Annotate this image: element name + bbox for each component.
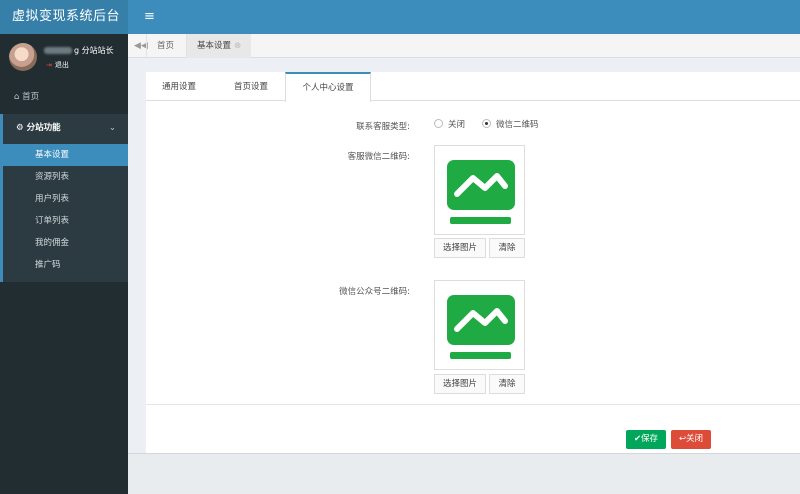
choose-image-button[interactable]: 选择图片 (434, 374, 486, 394)
footer (128, 453, 800, 494)
clear-image-button[interactable]: 清除 (489, 374, 525, 394)
save-button[interactable]: ✔保存 (626, 430, 666, 449)
clear-image-button[interactable]: 清除 (489, 238, 525, 258)
radio-circle-selected (482, 119, 491, 128)
sidebar-item-home[interactable]: ⌂ 首页 (0, 86, 128, 108)
radio-label: 微信二维码 (496, 120, 539, 130)
tab-home[interactable]: 首页 (146, 34, 184, 58)
form-divider (146, 404, 800, 405)
top-header: 虚拟变现系统后台 ≡ (0, 0, 800, 34)
tab-general-settings[interactable]: 通用设置 (146, 72, 212, 101)
sidebar-subitem[interactable]: 用户列表 (3, 188, 128, 210)
blurred-name (44, 47, 72, 54)
app-title[interactable]: 虚拟变现系统后台 (0, 0, 128, 34)
close-button[interactable]: ↩关闭 (671, 430, 711, 449)
sidebar-subitem[interactable]: 推广码 (3, 254, 128, 276)
sidebar-group-header[interactable]: ⚙ 分站功能 ⌄ (3, 114, 128, 142)
home-icon: ⌂ (14, 92, 20, 102)
tab-label: 基本设置 (197, 41, 232, 51)
mp-qr-preview (434, 280, 525, 370)
image-placeholder-icon (447, 160, 515, 224)
user-panel: g 分站站长 ⇥ 退出 (0, 34, 128, 82)
chevron-down-icon: ⌄ (108, 123, 116, 133)
radio-label: 关闭 (448, 120, 466, 130)
mp-qr-label: 微信公众号二维码: (339, 287, 410, 297)
gear-icon: ⚙ (16, 123, 24, 133)
user-name: g 分站站长 (44, 45, 114, 56)
radio-off[interactable]: 关闭 (434, 119, 465, 131)
service-qr-preview (434, 145, 525, 235)
logout-label: 退出 (54, 61, 69, 69)
logout-icon: ⇥ (46, 61, 52, 69)
sidebar-subitem[interactable]: 资源列表 (3, 166, 128, 188)
sidebar-group-label: 分站功能 (26, 123, 61, 133)
radio-wechat-qr[interactable]: 微信二维码 (482, 119, 539, 131)
radio-circle (434, 119, 443, 128)
sidebar-subitem[interactable]: 我的佣金 (3, 232, 128, 254)
service-qr-label: 客服微信二维码: (347, 152, 410, 162)
choose-image-button[interactable]: 选择图片 (434, 238, 486, 258)
tab-profile-settings[interactable]: 个人中心设置 (285, 72, 371, 102)
sidebar-group-substation: ⚙ 分站功能 ⌄ 基本设置 资源列表 用户列表 订单列表 我的佣金 推广码 (0, 114, 128, 282)
tab-basic-settings[interactable]: 基本设置 ⊗ (186, 34, 252, 58)
sidebar-item-label: 首页 (22, 92, 40, 102)
user-role: g 分站站长 (74, 46, 114, 55)
tab-label: 首页 (157, 41, 175, 51)
service-type-label: 联系客服类型: (356, 122, 410, 132)
page-tabs-bar: ◀◀ 首页 基本设置 ⊗ (128, 34, 800, 58)
sidebar: g 分站站长 ⇥ 退出 ⌂ 首页 ⚙ 分站功能 ⌄ 基本设置 资源列表 用户列表 订单列… (0, 34, 128, 494)
sidebar-subitem[interactable]: 订单列表 (3, 210, 128, 232)
avatar (9, 43, 37, 71)
settings-tabs: 通用设置 首页设置 个人中心设置 (146, 72, 800, 102)
sidebar-subitem[interactable]: 基本设置 (3, 144, 128, 166)
logout-link[interactable]: ⇥ 退出 (46, 60, 69, 70)
mp-qr-actions: 选择图片 清除 (434, 374, 526, 394)
close-icon[interactable]: ⊗ (234, 41, 241, 51)
service-qr-actions: 选择图片 清除 (434, 238, 526, 258)
menu-toggle-icon[interactable]: ≡ (144, 0, 155, 34)
image-placeholder-icon (447, 295, 515, 359)
tab-home-settings[interactable]: 首页设置 (218, 72, 284, 101)
settings-panel: 通用设置 首页设置 个人中心设置 联系客服类型: 关闭 微信二维码 客服微信二维… (146, 72, 800, 453)
